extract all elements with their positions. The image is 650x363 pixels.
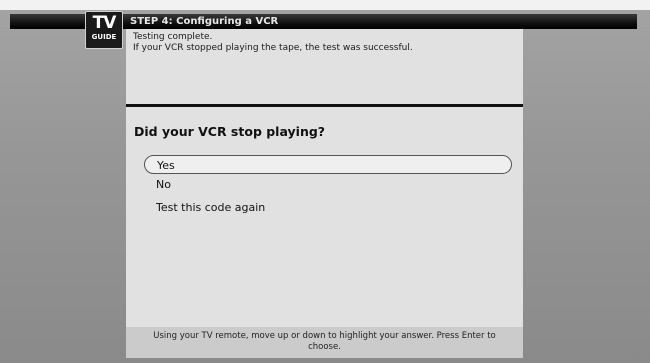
status-message: Testing complete. If your VCR stopped pl… — [133, 32, 513, 54]
footer-instructions: Using your TV remote, move up or down to… — [126, 327, 523, 358]
status-line-1: Testing complete. — [133, 32, 213, 42]
top-strip — [0, 0, 650, 10]
logo-tv-text: TV — [92, 13, 117, 33]
option-yes[interactable]: Yes — [144, 155, 512, 174]
tv-guide-logo: TV GUIDE — [85, 11, 123, 49]
option-test-again[interactable]: Test this code again — [144, 198, 512, 217]
logo-guide-text: GUIDE — [91, 33, 117, 41]
option-no[interactable]: No — [144, 175, 512, 194]
question-heading: Did your VCR stop playing? — [134, 124, 326, 139]
step-title: STEP 4: Configuring a VCR — [130, 16, 279, 27]
status-line-2: If your VCR stopped playing the tape, th… — [133, 43, 413, 53]
section-divider — [126, 104, 523, 107]
